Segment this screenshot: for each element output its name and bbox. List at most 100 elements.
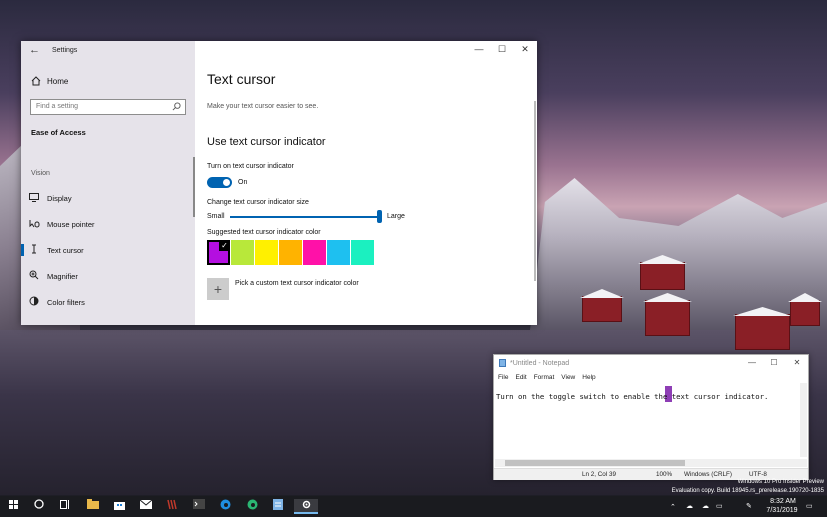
section-title: Ease of Access bbox=[31, 128, 86, 137]
chevron-up-icon[interactable]: ⌃ bbox=[670, 503, 676, 511]
notepad-window: *Untitled - Notepad — ☐ ✕ File Edit Form… bbox=[493, 354, 809, 480]
custom-color-label[interactable]: Pick a custom text cursor indicator colo… bbox=[235, 280, 359, 287]
settings-sidebar: ← Settings Home Find a setting Ease of A… bbox=[21, 41, 195, 325]
sidebar-item-mouse-pointer[interactable]: Mouse pointer bbox=[21, 215, 195, 233]
house bbox=[788, 293, 822, 326]
cloud-icon[interactable]: ☁ bbox=[686, 502, 693, 510]
sidebar-item-label: Text cursor bbox=[47, 245, 84, 255]
color-swatch[interactable] bbox=[255, 240, 278, 265]
notepad-vertical-scrollbar[interactable] bbox=[800, 383, 807, 457]
window-title: Settings bbox=[52, 47, 78, 54]
watermark-line2: Evaluation copy. Build 18945.rs_prerelea… bbox=[671, 488, 824, 494]
terminal-icon[interactable] bbox=[190, 499, 208, 514]
sidebar-item-display[interactable]: Display bbox=[21, 189, 195, 207]
notepad-taskbar-icon[interactable] bbox=[269, 499, 287, 514]
pen-workspace-icon[interactable]: ✎ bbox=[746, 502, 752, 510]
color-swatch[interactable] bbox=[279, 240, 302, 265]
toggle-knob bbox=[223, 179, 230, 186]
cortana-icon[interactable] bbox=[30, 499, 48, 514]
store-icon[interactable] bbox=[110, 499, 128, 514]
color-swatches: ✓ bbox=[207, 240, 374, 265]
edge-dev-icon[interactable] bbox=[243, 499, 261, 514]
status-zoom: 100% bbox=[656, 471, 673, 478]
taskbar: ⌃ ☁ ☁ ▭ ✎ 8:32 AM 7/31/2019 ▭ bbox=[0, 496, 827, 517]
notepad-maximize-button[interactable]: ☐ bbox=[768, 358, 780, 367]
home-nav-item[interactable]: Home bbox=[31, 76, 68, 86]
scrollbar-thumb[interactable] bbox=[505, 460, 685, 466]
checkmark-icon: ✓ bbox=[219, 240, 230, 251]
settings-window: ← Settings Home Find a setting Ease of A… bbox=[21, 41, 537, 325]
home-label: Home bbox=[47, 76, 69, 86]
search-placeholder: Find a setting bbox=[36, 103, 79, 110]
notepad-text-area[interactable]: Turn on the toggle switch to enable the … bbox=[496, 392, 768, 401]
house bbox=[638, 255, 687, 290]
page-title: Text cursor bbox=[207, 71, 276, 87]
network-icon[interactable]: ▭ bbox=[716, 502, 723, 510]
magnifier-icon bbox=[21, 270, 47, 282]
notepad-icon bbox=[499, 359, 506, 367]
color-label: Suggested text cursor indicator color bbox=[207, 229, 321, 236]
sidebar-item-label: Color filters bbox=[47, 297, 85, 307]
size-label: Change text cursor indicator size bbox=[207, 199, 309, 206]
notepad-close-button[interactable]: ✕ bbox=[791, 358, 803, 367]
menu-file[interactable]: File bbox=[498, 374, 508, 381]
search-icon bbox=[172, 102, 181, 111]
indicator-heading: Use text cursor indicator bbox=[207, 136, 326, 148]
status-encoding: UTF-8 bbox=[749, 471, 767, 478]
start-button[interactable] bbox=[4, 499, 22, 514]
notepad-titlebar: *Untitled - Notepad bbox=[499, 359, 569, 367]
toggle-label: Turn on text cursor indicator bbox=[207, 163, 294, 170]
clock-time[interactable]: 8:32 AM bbox=[768, 498, 798, 505]
sidebar-item-magnifier[interactable]: Magnifier bbox=[21, 267, 195, 285]
text-cursor-icon bbox=[21, 244, 47, 256]
windows-logo-icon bbox=[8, 500, 18, 509]
color-swatch[interactable] bbox=[351, 240, 374, 265]
action-center-icon[interactable]: ▭ bbox=[806, 502, 813, 510]
size-slider-track[interactable] bbox=[230, 216, 380, 218]
size-max-label: Large bbox=[387, 213, 405, 220]
sidebar-scrollbar[interactable] bbox=[193, 157, 195, 217]
build-watermark: Windows 10 Pro Insider Preview Evaluatio… bbox=[672, 478, 824, 496]
size-slider-thumb[interactable] bbox=[377, 210, 382, 223]
group-label: Vision bbox=[31, 170, 50, 177]
size-min-label: Small bbox=[207, 213, 225, 220]
home-icon bbox=[31, 76, 41, 86]
settings-taskbar-icon[interactable] bbox=[294, 499, 318, 514]
sidebar-item-label: Mouse pointer bbox=[47, 219, 95, 229]
color-swatch[interactable] bbox=[231, 240, 254, 265]
house bbox=[733, 307, 792, 350]
winrar-icon[interactable] bbox=[163, 499, 181, 514]
house bbox=[580, 289, 624, 322]
sidebar-item-text-cursor[interactable]: Text cursor bbox=[21, 241, 195, 259]
search-input[interactable]: Find a setting bbox=[30, 99, 186, 115]
color-swatch[interactable] bbox=[303, 240, 326, 265]
custom-color-button[interactable]: + bbox=[207, 278, 229, 300]
color-swatch[interactable] bbox=[327, 240, 350, 265]
display-icon bbox=[21, 192, 47, 204]
menu-edit[interactable]: Edit bbox=[515, 374, 526, 381]
content-scrollbar[interactable] bbox=[534, 101, 536, 281]
menu-help[interactable]: Help bbox=[582, 374, 595, 381]
back-arrow-icon[interactable]: ← bbox=[29, 44, 40, 56]
status-line-endings: Windows (CRLF) bbox=[684, 471, 732, 478]
clock-date[interactable]: 7/31/2019 bbox=[764, 507, 800, 514]
task-view-icon[interactable] bbox=[56, 499, 74, 514]
status-position: Ln 2, Col 39 bbox=[582, 471, 616, 478]
mail-icon[interactable] bbox=[137, 499, 155, 514]
sidebar-item-color-filters[interactable]: Color filters bbox=[21, 293, 195, 311]
house bbox=[643, 293, 692, 336]
onedrive-icon[interactable]: ☁ bbox=[702, 502, 709, 510]
notepad-horizontal-scrollbar[interactable] bbox=[495, 459, 807, 467]
sidebar-item-label: Magnifier bbox=[47, 271, 78, 281]
menu-view[interactable]: View bbox=[561, 374, 575, 381]
menu-format[interactable]: Format bbox=[534, 374, 555, 381]
sidebar-item-label: Display bbox=[47, 193, 72, 203]
indicator-toggle[interactable] bbox=[207, 177, 232, 188]
color-swatch[interactable]: ✓ bbox=[207, 240, 230, 265]
page-description: Make your text cursor easier to see. bbox=[207, 103, 319, 110]
file-explorer-icon[interactable] bbox=[84, 499, 102, 514]
toggle-state: On bbox=[238, 179, 248, 186]
notepad-minimize-button[interactable]: — bbox=[746, 358, 758, 367]
color-filters-icon bbox=[21, 296, 47, 308]
edge-icon[interactable] bbox=[216, 499, 234, 514]
